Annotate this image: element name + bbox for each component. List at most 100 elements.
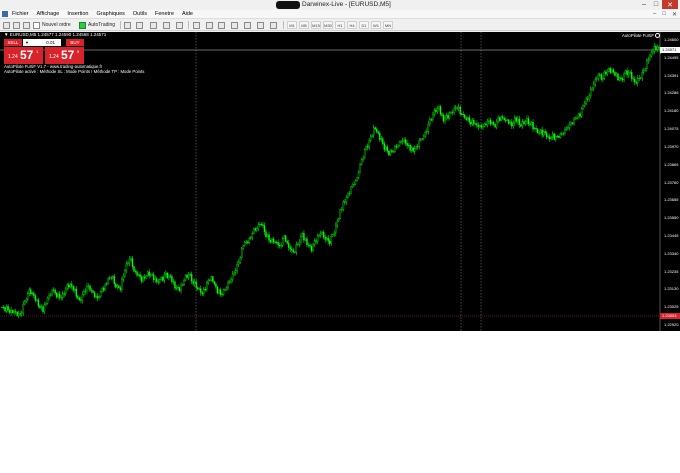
timeframe-h4[interactable]: H4 — [347, 21, 357, 29]
mdi-restore-button[interactable]: □ — [662, 11, 666, 18]
menu-insertion[interactable]: Insertion — [67, 10, 88, 19]
candle-body — [649, 55, 651, 60]
mdi-close-button[interactable]: ✕ — [672, 11, 677, 18]
candle-body — [505, 119, 507, 121]
timeframe-m30[interactable]: M30 — [323, 21, 333, 29]
candle-body — [483, 123, 486, 127]
candle-body — [104, 284, 106, 291]
candle-body — [221, 294, 223, 296]
candle-body — [254, 228, 257, 231]
vertical-line-icon — [150, 21, 157, 29]
candle-body — [209, 280, 211, 281]
candle-body — [527, 118, 530, 125]
cursor-tool[interactable] — [124, 21, 133, 29]
chart-type-button[interactable] — [193, 21, 202, 29]
timeframe-w1[interactable]: W1 — [371, 21, 381, 29]
menu-aide[interactable]: Aide — [182, 10, 193, 19]
candle-body — [163, 274, 166, 281]
sell-price-button[interactable]: 1.24 57 1 — [4, 47, 43, 64]
menu-affichage[interactable]: Affichage — [37, 10, 60, 19]
vertical-line-tool[interactable] — [150, 21, 159, 29]
candle-body — [633, 79, 636, 83]
autotrading-icon — [79, 21, 86, 29]
candle-body — [171, 276, 173, 282]
price-axis-label: 1.23760 — [664, 179, 679, 185]
chart-area[interactable]: ▼ EURUSD,M5 1.24577 1.24590 1.24568 1.24… — [0, 32, 680, 331]
autoscroll-button[interactable] — [244, 21, 253, 29]
timeframe-m5[interactable]: M5 — [299, 21, 309, 29]
candle-body — [336, 220, 339, 226]
price-axis-label: 1.22920 — [664, 322, 679, 327]
menu-graphiques[interactable]: Graphiques — [96, 10, 124, 19]
candle-body — [277, 242, 279, 246]
sell-button[interactable]: SELL — [4, 39, 22, 46]
zoom-out-button[interactable] — [218, 21, 227, 29]
candle-body — [348, 193, 351, 195]
menu-outils[interactable]: Outils — [133, 10, 147, 19]
candle-body — [259, 224, 261, 225]
candle-body — [401, 140, 404, 142]
candle-body — [225, 287, 228, 290]
candle-body — [638, 77, 640, 79]
candle-body — [403, 139, 405, 141]
candle-body — [215, 283, 217, 288]
candle-body — [480, 125, 483, 128]
maximize-button[interactable]: □ — [650, 0, 662, 9]
candle-body — [386, 146, 389, 152]
profiles-button[interactable] — [13, 21, 22, 29]
mdi-minimize-button[interactable]: – — [653, 11, 656, 18]
candle-body — [30, 289, 32, 295]
candle-body — [271, 238, 273, 243]
candle-body — [335, 225, 337, 234]
price-axis-label: 1.23655 — [664, 197, 679, 203]
indicators-button[interactable] — [270, 21, 279, 29]
crosshair-tool[interactable] — [136, 21, 145, 29]
candle-body — [166, 272, 169, 279]
candle-body — [281, 238, 284, 246]
timeframe-m15[interactable]: M15 — [311, 21, 321, 29]
timeframe-mn[interactable]: MN — [383, 21, 393, 29]
timeframe-d1[interactable]: D1 — [359, 21, 369, 29]
new-chart-button[interactable] — [3, 21, 12, 29]
candle-body — [630, 72, 633, 79]
chevron-down-icon[interactable]: ▼ — [25, 39, 29, 46]
candle-body — [454, 107, 457, 109]
price-axis-label: 1.23025 — [664, 304, 679, 310]
timeframe-h1[interactable]: H1 — [335, 21, 345, 29]
timeframe-m1[interactable]: M1 — [287, 21, 297, 29]
candle-body — [382, 138, 384, 144]
candle-body — [78, 297, 81, 300]
close-button[interactable]: ✕ — [662, 0, 678, 9]
lot-size-input[interactable]: ▼ 0.01 — [23, 39, 61, 46]
candle-body — [189, 274, 191, 276]
candle-body — [116, 285, 119, 288]
menu-fenetre[interactable]: Fenetre — [155, 10, 174, 19]
menu-fichier[interactable]: Fichier — [12, 10, 29, 19]
candle-body — [127, 262, 129, 265]
candle-body — [128, 259, 131, 264]
new-order-button[interactable]: Nouvel ordre — [33, 21, 71, 29]
market-watch-button[interactable] — [23, 21, 32, 29]
tile-button[interactable] — [231, 21, 240, 29]
candle-body — [453, 108, 455, 113]
buy-price-button[interactable]: 1.24 57 5 — [45, 47, 84, 64]
trendline-tool[interactable] — [163, 21, 172, 29]
candle-body — [640, 77, 642, 79]
window-title: Darwinex-Live - [EURUSD,M5] — [302, 1, 391, 8]
candle-body — [606, 70, 609, 75]
candle-body — [112, 276, 114, 279]
candle-body — [89, 285, 91, 291]
buy-button[interactable]: BUY — [66, 39, 84, 46]
candle-body — [17, 313, 20, 316]
candle-body — [373, 127, 375, 136]
autotrading-button[interactable]: AutoTrading — [79, 21, 115, 29]
price-axis-label: 1.23865 — [664, 161, 679, 167]
candle-body — [599, 74, 601, 76]
candle-body — [315, 240, 317, 242]
candle-body — [24, 301, 26, 305]
minimize-button[interactable]: – — [638, 0, 650, 9]
shift-button[interactable] — [257, 21, 266, 29]
zoom-in-button[interactable] — [206, 21, 215, 29]
hline-tool[interactable] — [176, 21, 185, 29]
chart-type-icon — [193, 21, 200, 29]
